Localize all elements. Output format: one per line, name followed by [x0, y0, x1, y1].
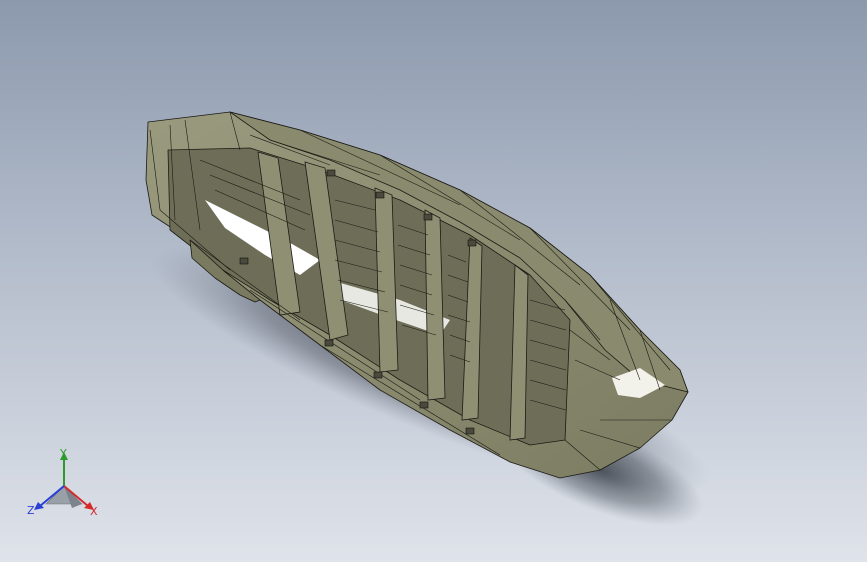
graphics-viewport[interactable]: Y X Z — [0, 0, 867, 562]
x-axis-label: X — [90, 505, 98, 518]
coordinate-triad: Y X Z — [24, 446, 104, 526]
y-axis-label: Y — [60, 447, 67, 460]
hull-model-icon[interactable] — [0, 0, 867, 562]
z-axis-label: Z — [27, 504, 35, 517]
